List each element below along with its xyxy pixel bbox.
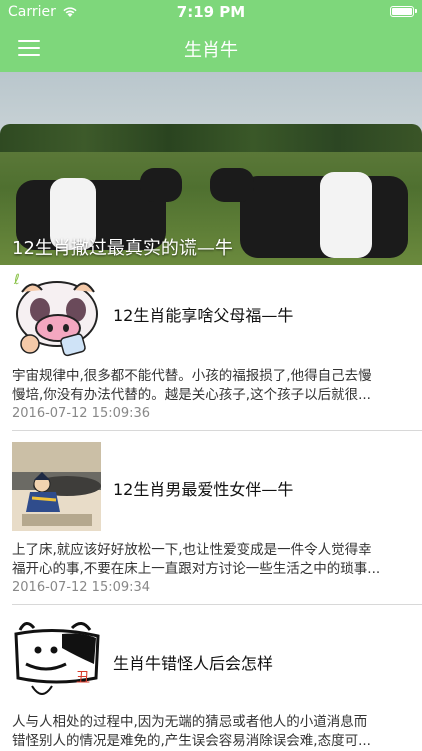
article-thumbnail — [12, 442, 101, 531]
cartoon-cow-image: ℓ — [12, 270, 101, 359]
article-summary: 人与人相处的过程中,因为无端的猜忌或者他人的小道消息而 错怪别人的情况是难免的,… — [12, 713, 412, 751]
page-title: 生肖牛 — [184, 40, 238, 61]
hero-cow-left-head — [140, 168, 182, 202]
hero-cow-right-head — [210, 168, 254, 202]
article-date: 2016-07-12 15:09:36 — [12, 406, 151, 421]
status-time: 7:19 PM — [176, 3, 246, 21]
cartoon-cow-image: 丑 — [12, 616, 101, 705]
article-summary-line: 人与人相处的过程中,因为无端的猜忌或者他人的小道消息而 — [12, 714, 368, 730]
svg-text:ℓ: ℓ — [13, 272, 20, 288]
divider — [12, 604, 422, 605]
divider — [12, 430, 422, 431]
article-summary: 宇宙规律中,很多都不能代替。小孩的福报损了,他得自己去慢 慢培,你没有办法代替的… — [12, 367, 412, 405]
article-summary-line: 宇宙规律中,很多都不能代替。小孩的福报损了,他得自己去慢 — [12, 368, 372, 384]
article-summary-line: 错怪别人的情况是难免的,产生误会容易消除误会难,态度可... — [12, 733, 371, 749]
article-thumbnail: ℓ — [12, 270, 101, 359]
hero-banner[interactable]: 12生肖撒过最真实的谎—牛 — [0, 72, 422, 265]
article-title: 12生肖能享啥父母福—牛 — [113, 306, 294, 325]
article-title: 生肖牛错怪人后会怎样 — [113, 654, 274, 673]
article-summary-line: 慢培,你没有办法代替的。越是关心孩子,这个孩子以后就很... — [12, 387, 371, 403]
svg-text:丑: 丑 — [76, 670, 90, 686]
hero-treeline — [0, 124, 422, 152]
article-title: 12生肖男最爱性女伴—牛 — [113, 480, 294, 499]
hero-caption: 12生肖撒过最真实的谎—牛 — [12, 238, 233, 259]
hero-cow-right-belt — [320, 172, 372, 258]
article-summary: 上了床,就应该好好放松一下,也让性爱变成是一件令人觉得幸 福开心的事,不要在床上… — [12, 541, 412, 579]
article-summary-line: 福开心的事,不要在床上一直跟对方讨论一些生活之中的琐事... — [12, 561, 381, 577]
article-item[interactable]: 丑 生肖牛错怪人后会怎样 人与人相处的过程中,因为无端的猜忌或者他人的小道消息而… — [0, 616, 422, 750]
article-item[interactable]: ℓ 12生肖能享啥父母福—牛 宇宙规律中,很多都不能代替。小孩的福报损了,他得自… — [0, 270, 422, 428]
illustration-image — [12, 442, 101, 531]
navigation-bar: 生肖牛 — [0, 24, 422, 72]
article-item[interactable]: 12生肖男最爱性女伴—牛 上了床,就应该好好放松一下,也让性爱变成是一件令人觉得… — [0, 442, 422, 600]
article-date: 2016-07-12 15:09:34 — [12, 580, 151, 595]
battery-icon — [390, 6, 417, 17]
article-summary-line: 上了床,就应该好好放松一下,也让性爱变成是一件令人觉得幸 — [12, 542, 372, 558]
status-bar: Carrier 7:19 PM — [0, 0, 422, 24]
article-thumbnail: 丑 — [12, 616, 101, 705]
